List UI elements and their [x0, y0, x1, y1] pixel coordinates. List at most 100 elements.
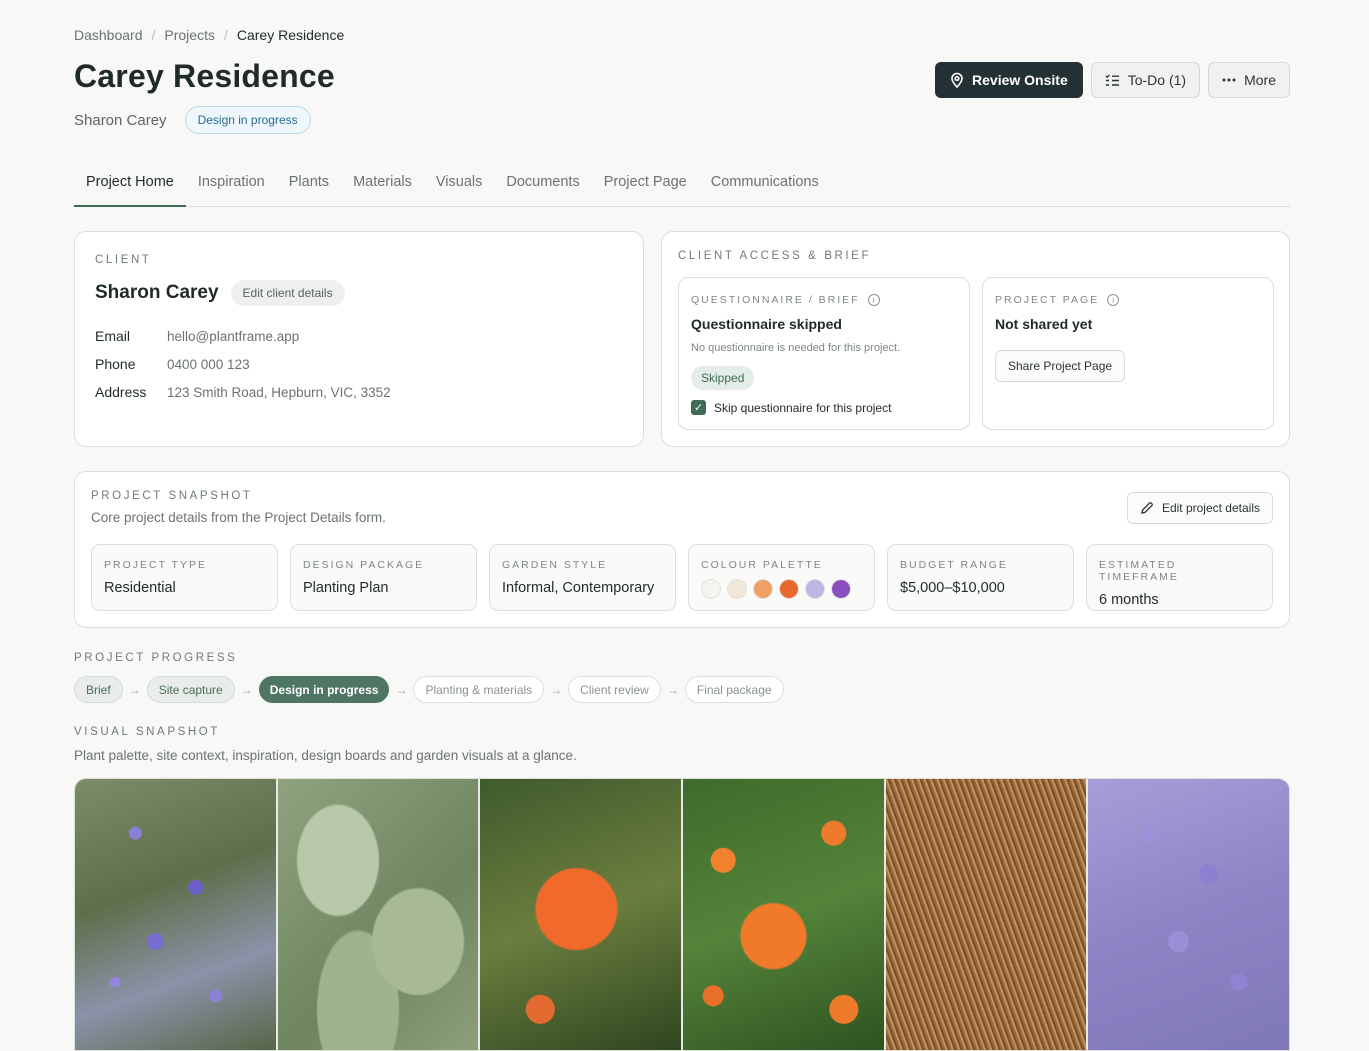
tile-project-type: PROJECT TYPE Residential	[91, 544, 278, 611]
questionnaire-eyebrow: QUESTIONNAIRE / BRIEF	[691, 294, 860, 306]
colour-swatches	[701, 579, 862, 599]
tile-label: PROJECT TYPE	[104, 559, 207, 571]
client-access-card: CLIENT ACCESS & BRIEF QUESTIONNAIRE / BR…	[661, 231, 1290, 447]
todo-label: To-Do (1)	[1127, 72, 1187, 88]
arrow-right-icon: →	[550, 682, 563, 697]
tile-label: DESIGN PACKAGE	[303, 559, 425, 571]
progress-eyebrow: PROJECT PROGRESS	[74, 652, 238, 664]
email-label: Email	[95, 328, 131, 344]
visual-eyebrow: VISUAL SNAPSHOT	[74, 726, 220, 738]
breadcrumb-separator: /	[223, 27, 228, 43]
questionnaire-note: No questionnaire is needed for this proj…	[691, 342, 901, 354]
step-site-capture[interactable]: Site capture	[146, 676, 235, 703]
visual-description: Plant palette, site context, inspiration…	[74, 748, 577, 763]
access-eyebrow: CLIENT ACCESS & BRIEF	[678, 250, 872, 262]
project-page-card: PROJECT PAGE i Not shared yet Share Proje…	[982, 277, 1274, 430]
gallery-image-geum-closeup[interactable]	[480, 779, 682, 1050]
pencil-icon	[1141, 502, 1153, 514]
tile-label: COLOUR PALETTE	[701, 559, 823, 571]
colour-swatch	[831, 579, 851, 599]
tile-estimated-timeframe: ESTIMATED TIMEFRAME 6 months	[1086, 544, 1273, 611]
breadcrumb-dashboard[interactable]: Dashboard	[74, 27, 143, 43]
tab-visuals[interactable]: Visuals	[424, 164, 494, 207]
map-pin-icon	[951, 72, 963, 88]
client-name: Sharon Carey	[74, 111, 167, 129]
arrow-right-icon: →	[395, 682, 408, 697]
edit-project-button[interactable]: Edit project details	[1126, 492, 1273, 524]
tile-value: Planting Plan	[303, 580, 389, 596]
project-snapshot-card: PROJECT SNAPSHOT Core project details fr…	[74, 471, 1290, 628]
project-subline: Sharon Carey Design in progress	[74, 106, 311, 134]
gallery-image-lambs-ear[interactable]	[277, 779, 479, 1050]
visual-gallery	[74, 778, 1290, 1051]
snapshot-eyebrow: PROJECT SNAPSHOT	[91, 490, 253, 502]
tab-inspiration[interactable]: Inspiration	[186, 164, 277, 207]
review-onsite-label: Review Onsite	[972, 72, 1068, 88]
gallery-image-geum-cluster[interactable]	[683, 779, 884, 1050]
phone-value: 0400 000 123	[167, 356, 250, 372]
colour-swatch	[779, 579, 799, 599]
tile-value: Residential	[104, 580, 176, 596]
arrow-right-icon: →	[240, 682, 253, 697]
tab-materials[interactable]: Materials	[341, 164, 424, 207]
info-icon[interactable]: i	[1107, 294, 1120, 306]
breadcrumb-current: Carey Residence	[236, 27, 345, 43]
tile-design-package: DESIGN PACKAGE Planting Plan	[290, 544, 477, 611]
step-client-review[interactable]: Client review	[568, 676, 661, 703]
questionnaire-title: Questionnaire skipped	[691, 316, 842, 332]
address-value: 123 Smith Road, Hepburn, VIC, 3352	[167, 384, 391, 400]
checklist-icon	[1105, 73, 1119, 86]
tab-plants[interactable]: Plants	[277, 164, 341, 207]
colour-swatch	[727, 579, 747, 599]
tile-value: 6 months	[1099, 592, 1159, 608]
tab-communications[interactable]: Communications	[699, 164, 831, 207]
ellipsis-icon	[1222, 78, 1236, 82]
page-title: Carey Residence	[74, 58, 335, 94]
client-card-name: Sharon Carey	[95, 282, 219, 303]
project-page-title: Not shared yet	[995, 316, 1093, 332]
checkbox-checked-icon[interactable]: ✓	[691, 400, 706, 415]
edit-client-button[interactable]: Edit client details	[230, 280, 345, 306]
breadcrumb: Dashboard / Projects / Carey Residence	[74, 27, 344, 43]
tab-project-home[interactable]: Project Home	[74, 164, 186, 207]
tile-value: Informal, Contemporary	[502, 580, 655, 596]
skip-questionnaire-toggle[interactable]: ✓ Skip questionnaire for this project	[691, 400, 957, 415]
arrow-right-icon: →	[666, 682, 679, 697]
gallery-image-russian-sage[interactable]	[1088, 779, 1289, 1050]
tile-label: GARDEN STYLE	[502, 559, 608, 571]
snapshot-tiles: PROJECT TYPE Residential DESIGN PACKAGE …	[91, 544, 1273, 611]
gallery-image-grass[interactable]	[885, 779, 1087, 1050]
header-actions: Review Onsite To-Do (1) More	[935, 62, 1290, 98]
snapshot-description: Core project details from the Project De…	[91, 510, 386, 525]
breadcrumb-separator: /	[151, 27, 156, 43]
breadcrumb-projects[interactable]: Projects	[164, 27, 215, 43]
colour-swatch	[805, 579, 825, 599]
colour-swatch	[753, 579, 773, 599]
share-project-page-button[interactable]: Share Project Page	[995, 350, 1126, 382]
tab-project-page[interactable]: Project Page	[592, 164, 699, 207]
tile-colour-palette: COLOUR PALETTE	[688, 544, 875, 611]
step-brief[interactable]: Brief	[74, 676, 123, 703]
info-icon[interactable]: i	[867, 294, 880, 306]
step-final-package[interactable]: Final package	[684, 676, 784, 703]
tile-label: BUDGET RANGE	[900, 559, 1008, 571]
client-eyebrow: CLIENT	[95, 254, 152, 266]
more-label: More	[1244, 72, 1276, 88]
colour-swatch	[701, 579, 721, 599]
tile-label: ESTIMATED TIMEFRAME	[1099, 559, 1179, 583]
gallery-image-catmint[interactable]	[75, 779, 276, 1050]
todo-button[interactable]: To-Do (1)	[1090, 62, 1201, 98]
step-planting-materials[interactable]: Planting & materials	[413, 676, 545, 703]
project-page-eyebrow: PROJECT PAGE	[995, 294, 1100, 306]
phone-label: Phone	[95, 356, 136, 372]
edit-project-label: Edit project details	[1161, 501, 1260, 515]
project-tabs: Project Home Inspiration Plants Material…	[74, 164, 1290, 207]
tab-documents[interactable]: Documents	[494, 164, 591, 207]
tile-value: $5,000–$10,000	[900, 580, 1005, 596]
more-button[interactable]: More	[1208, 62, 1290, 98]
step-design-in-progress[interactable]: Design in progress	[258, 676, 390, 703]
arrow-right-icon: →	[128, 682, 141, 697]
client-details: Email hello@plantframe.app Phone 0400 000 …	[95, 322, 623, 406]
review-onsite-button[interactable]: Review Onsite	[935, 62, 1083, 98]
email-value: hello@plantframe.app	[167, 328, 300, 344]
